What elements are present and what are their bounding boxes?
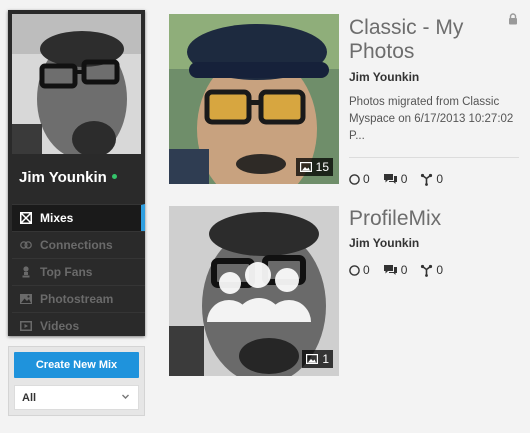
shares-count: 0 bbox=[436, 263, 444, 277]
comments-icon bbox=[383, 265, 397, 275]
mix-owner[interactable]: Jim Younkin bbox=[349, 70, 419, 84]
comments-stat[interactable]: 0 bbox=[383, 263, 408, 277]
online-status-icon bbox=[111, 173, 117, 179]
sidebar-nav: Mixes Connections Top Fans Photostream V… bbox=[12, 204, 145, 339]
nav-item-top-fans[interactable]: Top Fans bbox=[12, 258, 145, 285]
comments-stat[interactable]: 0 bbox=[383, 172, 408, 186]
mixes-icon bbox=[20, 212, 32, 224]
play-count-icon bbox=[349, 264, 360, 276]
photo-count: 15 bbox=[315, 160, 329, 174]
photo-icon bbox=[306, 354, 319, 364]
top-fans-icon bbox=[20, 266, 32, 278]
mix-title[interactable]: ProfileMix bbox=[349, 207, 499, 231]
divider bbox=[349, 157, 519, 158]
mix-filter-select[interactable]: All bbox=[14, 385, 139, 410]
mix-thumbnail[interactable]: 15 bbox=[169, 14, 339, 184]
nav-item-videos[interactable]: Videos bbox=[12, 312, 145, 339]
shares-stat[interactable]: 0 bbox=[420, 172, 443, 186]
share-icon bbox=[421, 173, 433, 186]
profile-photo[interactable] bbox=[12, 14, 141, 154]
plays-count: 0 bbox=[363, 263, 370, 277]
nav-item-connections[interactable]: Connections bbox=[12, 231, 145, 258]
plays-stat[interactable]: 0 bbox=[349, 172, 370, 186]
play-count-icon bbox=[349, 173, 360, 185]
videos-icon bbox=[20, 320, 32, 332]
comments-count: 0 bbox=[400, 172, 408, 186]
profile-name[interactable]: Jim Younkin bbox=[19, 169, 117, 186]
chevron-down-icon bbox=[122, 394, 129, 399]
photostream-icon bbox=[20, 293, 32, 305]
nav-item-label: Photostream bbox=[40, 292, 114, 306]
comments-count: 0 bbox=[400, 263, 408, 277]
mix-owner[interactable]: Jim Younkin bbox=[349, 236, 419, 250]
nav-item-photostream[interactable]: Photostream bbox=[12, 285, 145, 312]
mix-actions-panel: Create New Mix All bbox=[8, 346, 145, 416]
plays-stat[interactable]: 0 bbox=[349, 263, 370, 277]
nav-item-label: Connections bbox=[40, 238, 113, 252]
nav-item-label: Mixes bbox=[40, 211, 74, 225]
mix-filter-value: All bbox=[22, 391, 37, 404]
shares-count: 0 bbox=[436, 172, 444, 186]
plays-count: 0 bbox=[363, 172, 370, 186]
comments-icon bbox=[383, 174, 397, 184]
mix-thumbnail[interactable]: 1 bbox=[169, 206, 339, 376]
mix-stats: 0 0 0 bbox=[349, 172, 456, 186]
lock-icon bbox=[509, 13, 517, 25]
mix-stats: 0 0 0 bbox=[349, 263, 456, 277]
share-icon bbox=[421, 264, 433, 277]
create-new-mix-button[interactable]: Create New Mix bbox=[14, 352, 139, 378]
photo-icon bbox=[299, 162, 312, 172]
shares-stat[interactable]: 0 bbox=[420, 263, 443, 277]
photo-count: 1 bbox=[322, 352, 329, 366]
nav-item-label: Videos bbox=[40, 319, 80, 333]
profile-name-text: Jim Younkin bbox=[19, 169, 107, 186]
connections-icon bbox=[20, 239, 32, 251]
photo-count-badge: 15 bbox=[295, 158, 333, 176]
profile-card: Jim Younkin Mixes Connections Top Fans P… bbox=[8, 10, 145, 336]
nav-item-mixes[interactable]: Mixes bbox=[12, 204, 145, 231]
photo-count-badge: 1 bbox=[302, 350, 333, 368]
nav-item-label: Top Fans bbox=[40, 265, 93, 279]
mix-title[interactable]: Classic - My Photos bbox=[349, 16, 499, 64]
mix-description: Photos migrated from Classic Myspace on … bbox=[349, 96, 514, 142]
